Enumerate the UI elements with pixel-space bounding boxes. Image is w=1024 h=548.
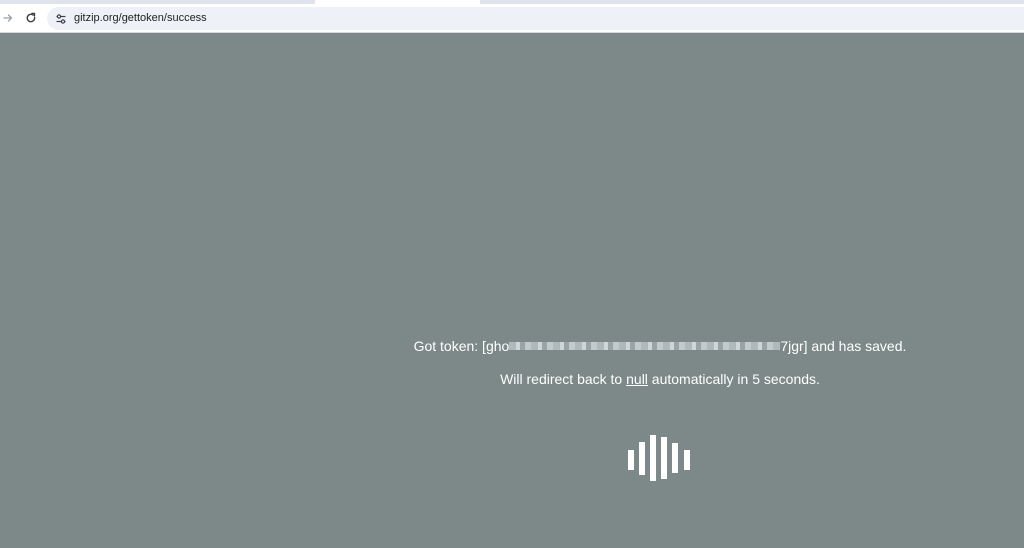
reload-button[interactable]	[21, 8, 41, 28]
browser-toolbar: gitzip.org/gettoken/success	[0, 4, 1024, 33]
token-suffix: 7jgr] and has saved.	[780, 338, 907, 354]
site-info-button[interactable]	[52, 10, 69, 27]
loader-bar	[672, 443, 678, 473]
loader-bar	[650, 435, 656, 481]
forward-button[interactable]	[0, 8, 18, 28]
tune-icon	[56, 13, 65, 24]
loader-bar	[661, 437, 667, 479]
token-message: Got token: [gho 7jgr] and has saved.	[0, 338, 1024, 354]
redacted-token	[509, 342, 781, 350]
arrow-right-icon	[3, 14, 13, 22]
redirect-text-before: Will redirect back to	[500, 371, 627, 387]
token-prefix: Got token: [gho	[413, 338, 510, 354]
redirect-message: Will redirect back to null automatically…	[0, 371, 1024, 387]
loader-bar	[639, 442, 645, 475]
loader-bar	[628, 450, 634, 470]
loading-bars-icon	[628, 435, 690, 481]
url-text[interactable]: gitzip.org/gettoken/success	[74, 12, 207, 24]
reload-icon	[26, 12, 36, 23]
redirect-text-after: automatically in 5 seconds.	[647, 371, 820, 387]
redirect-link[interactable]: null	[626, 371, 648, 387]
page-content: Got token: [gho 7jgr] and has saved. Will…	[0, 33, 1024, 548]
loader-bar	[684, 450, 690, 470]
address-bar[interactable]: gitzip.org/gettoken/success	[47, 7, 1024, 30]
